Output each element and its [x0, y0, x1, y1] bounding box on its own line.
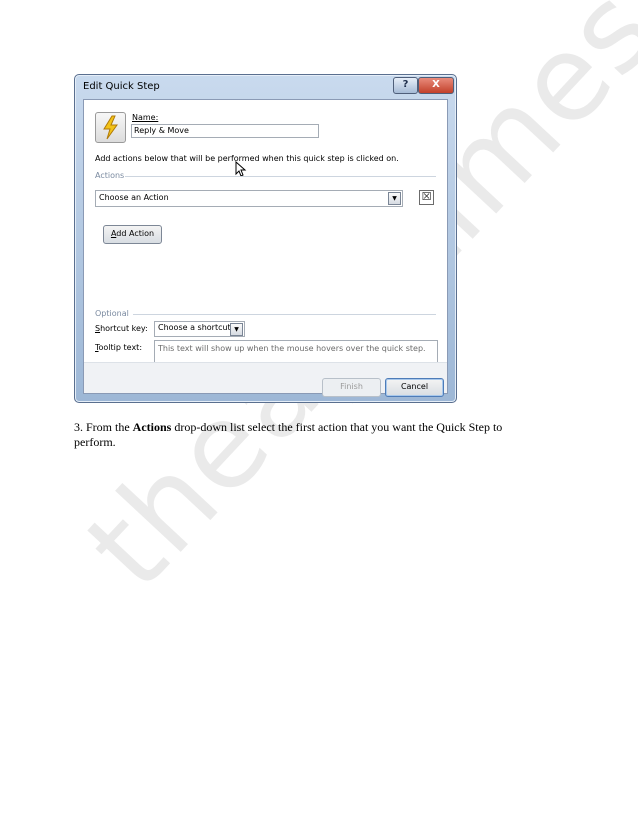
tooltip-placeholder: This text will show up when the mouse ho…	[158, 344, 426, 353]
shortcut-chevron-down-icon[interactable]: ▼	[230, 323, 243, 336]
add-action-label: dd Action	[116, 229, 155, 238]
help-button[interactable]: ?	[393, 77, 418, 94]
step-caption: 3. From the Actions drop-down list selec…	[74, 420, 544, 450]
optional-divider	[133, 314, 436, 315]
actions-section-label: Actions	[95, 171, 129, 180]
lightning-icon	[103, 115, 118, 140]
add-action-button[interactable]: Add Action	[103, 225, 162, 244]
action-select[interactable]: Choose an Action ▼	[95, 190, 403, 207]
optional-section: Optional	[95, 309, 436, 318]
quick-step-icon-button[interactable]	[95, 112, 126, 143]
dialog-title: Edit Quick Step	[83, 81, 160, 92]
chevron-down-icon[interactable]: ▼	[388, 192, 401, 205]
finish-button[interactable]: Finish	[322, 378, 381, 397]
actions-divider	[125, 176, 436, 177]
actions-section: Actions	[95, 171, 436, 180]
tooltip-text-label: Tooltip text:	[95, 343, 143, 352]
close-button[interactable]: X	[418, 77, 454, 94]
caption-prefix: 3. From the	[74, 420, 133, 434]
help-icon: ?	[402, 79, 409, 90]
action-select-value: Choose an Action	[99, 193, 169, 202]
delete-action-icon[interactable]: ☒	[419, 190, 434, 205]
close-icon: X	[432, 79, 440, 90]
name-field[interactable]: Reply & Move	[131, 124, 319, 138]
name-label: Name:	[132, 113, 159, 122]
caption-bold: Actions	[132, 420, 172, 434]
dialog-body: Name: Reply & Move Add actions below tha…	[83, 99, 448, 397]
optional-section-label: Optional	[95, 309, 133, 318]
shortcut-key-label: Shortcut key:	[95, 324, 148, 333]
edit-quick-step-dialog: Edit Quick Step ? X Name: Reply & Move A…	[74, 74, 457, 403]
title-bar: Edit Quick Step ? X	[75, 75, 456, 99]
cancel-button[interactable]: Cancel	[385, 378, 444, 397]
mouse-cursor-icon	[235, 161, 247, 177]
shortcut-select[interactable]: Choose a shortcut ▼	[154, 321, 245, 337]
tooltip-text-field[interactable]: This text will show up when the mouse ho…	[154, 340, 438, 364]
shortcut-select-value: Choose a shortcut	[158, 323, 231, 332]
